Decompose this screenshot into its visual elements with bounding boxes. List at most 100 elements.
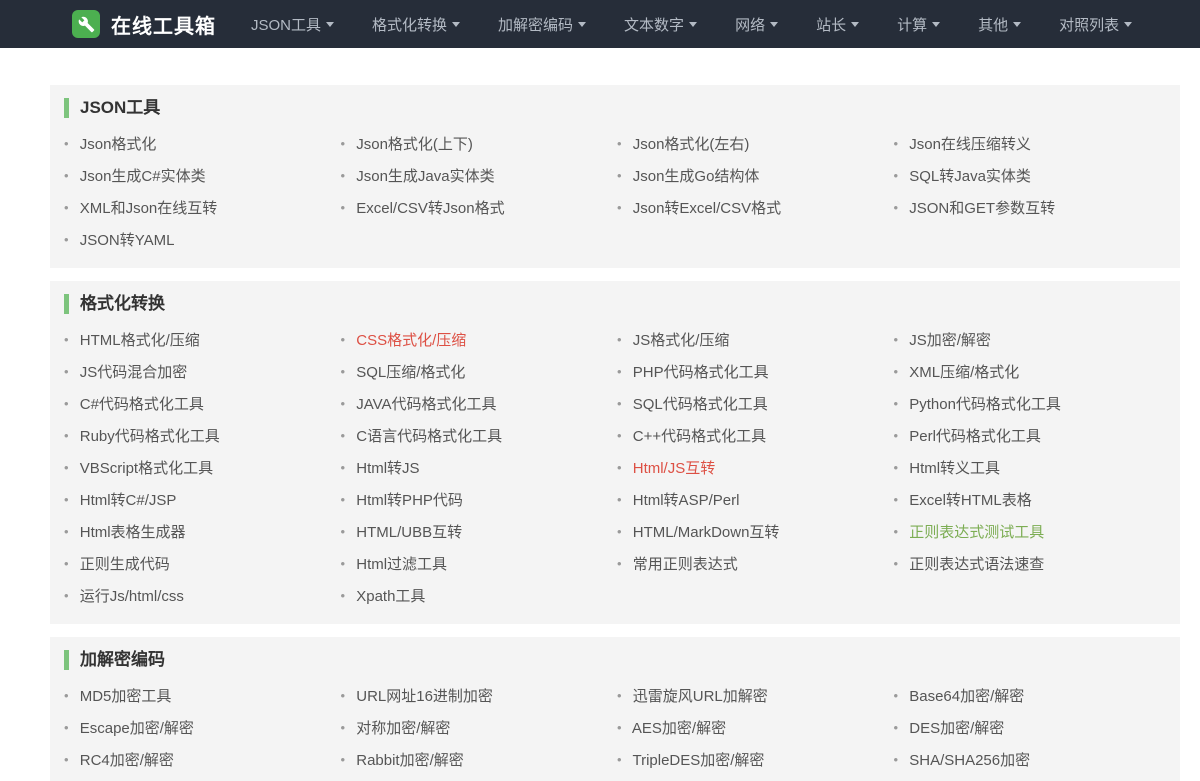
tool-link[interactable]: C语言代码格式化工具 [356,428,502,445]
list-item: Python代码格式化工具 [892,388,1169,420]
list-item: Json生成Java实体类 [339,160,616,192]
tool-link[interactable]: Json生成Java实体类 [356,168,494,185]
brand-title: 在线工具箱 [111,10,216,39]
chevron-down-icon [770,22,778,27]
list-item: Json生成Go结构体 [615,160,892,192]
section-json-tools: JSON工具 Json格式化 Json格式化(上下) Json格式化(左右) J… [50,85,1180,268]
tools-content: JSON工具 Json格式化 Json格式化(上下) Json格式化(左右) J… [0,85,1200,781]
list-item: JS加密/解密 [892,324,1169,356]
tool-link[interactable]: SQL代码格式化工具 [633,396,768,413]
tool-link[interactable]: Json格式化(上下) [356,136,473,153]
nav-item-network[interactable]: 网络 [716,0,797,48]
tool-link[interactable]: Json生成Go结构体 [633,168,760,185]
tool-link[interactable]: AES加密/解密 [632,720,726,737]
tool-link[interactable]: SHA/SHA256加密 [909,752,1030,769]
tool-link[interactable]: Html转JS [356,460,419,477]
tool-link[interactable]: CSS格式化/压缩 [356,332,466,349]
nav-item-label: 网络 [735,14,765,35]
tool-link[interactable]: Excel/CSV转Json格式 [356,200,504,217]
tool-link[interactable]: JSON转YAML [80,232,175,249]
tool-link[interactable]: Html转ASP/Perl [633,492,740,509]
nav-item-format-convert[interactable]: 格式化转换 [353,0,479,48]
list-item: HTML格式化/压缩 [62,324,339,356]
tool-link[interactable]: 运行Js/html/css [80,588,184,605]
tool-link[interactable]: Html表格生成器 [80,524,186,541]
tool-link[interactable]: Html过滤工具 [356,556,447,573]
tool-link[interactable]: SQL压缩/格式化 [356,364,465,381]
tool-link[interactable]: 正则表达式语法速查 [909,556,1044,573]
tool-link[interactable]: Html转C#/JSP [80,492,177,509]
nav-item-text-number[interactable]: 文本数字 [605,0,716,48]
tool-link[interactable]: Excel转HTML表格 [909,492,1032,509]
tool-link[interactable]: RC4加密/解密 [80,752,174,769]
tool-link[interactable]: 对称加密/解密 [356,720,450,737]
tool-link[interactable]: 常用正则表达式 [633,556,738,573]
list-item: Html转ASP/Perl [615,484,892,516]
chevron-down-icon [452,22,460,27]
list-item: JSON转YAML [62,224,339,256]
tool-link[interactable]: DES加密/解密 [909,720,1004,737]
tool-link[interactable]: Xpath工具 [356,588,425,605]
tool-link[interactable]: Json格式化 [80,136,157,153]
list-item: Json生成C#实体类 [62,160,339,192]
tool-link[interactable]: Json生成C#实体类 [80,168,206,185]
tool-link[interactable]: HTML格式化/压缩 [80,332,200,349]
tool-link[interactable]: TripleDES加密/解密 [632,752,764,769]
tool-link[interactable]: Json转Excel/CSV格式 [633,200,781,217]
tool-link[interactable]: MD5加密工具 [80,688,172,705]
tool-link[interactable]: JS格式化/压缩 [633,332,730,349]
tool-link[interactable]: XML和Json在线互转 [80,200,218,217]
tool-link[interactable]: Base64加密/解密 [909,688,1024,705]
tool-link[interactable]: Escape加密/解密 [80,720,194,737]
tool-link[interactable]: Json在线压缩转义 [909,136,1031,153]
chevron-down-icon [326,22,334,27]
tool-link[interactable]: JAVA代码格式化工具 [356,396,496,413]
tool-link[interactable]: Html转义工具 [909,460,1000,477]
nav-item-encrypt-encode[interactable]: 加解密编码 [479,0,605,48]
tool-link[interactable]: Html转PHP代码 [356,492,463,509]
chevron-down-icon [932,22,940,27]
brand[interactable]: 在线工具箱 [72,10,216,39]
list-item: PHP代码格式化工具 [615,356,892,388]
tool-link[interactable]: Python代码格式化工具 [909,396,1061,413]
tool-link[interactable]: JS代码混合加密 [80,364,188,381]
list-item: XML压缩/格式化 [892,356,1169,388]
tool-link[interactable]: SQL转Java实体类 [909,168,1031,185]
nav-item-json-tools[interactable]: JSON工具 [232,0,353,48]
tool-link[interactable]: C#代码格式化工具 [80,396,204,413]
tool-link[interactable]: Perl代码格式化工具 [909,428,1041,445]
tool-link[interactable]: URL网址16进制加密 [356,688,493,705]
tool-link[interactable]: C++代码格式化工具 [633,428,766,445]
nav-item-webmaster[interactable]: 站长 [797,0,878,48]
list-item: SQL代码格式化工具 [615,388,892,420]
list-item: 常用正则表达式 [615,548,892,580]
tool-link[interactable]: Rabbit加密/解密 [356,752,464,769]
list-item: C语言代码格式化工具 [339,420,616,452]
list-item: Ruby代码格式化工具 [62,420,339,452]
list-item: SQL压缩/格式化 [339,356,616,388]
nav-item-calculate[interactable]: 计算 [878,0,959,48]
nav-item-reference-list[interactable]: 对照列表 [1040,0,1151,48]
tool-link[interactable]: HTML/MarkDown互转 [633,524,780,541]
tool-link[interactable]: VBScript格式化工具 [80,460,213,477]
tool-link[interactable]: 迅雷旋风URL加解密 [633,688,768,705]
tool-link[interactable]: 正则生成代码 [80,556,170,573]
tool-link[interactable]: PHP代码格式化工具 [633,364,769,381]
tool-link[interactable]: Html/JS互转 [633,460,716,477]
list-item: SQL转Java实体类 [892,160,1169,192]
tool-link[interactable]: 正则表达式测试工具 [909,524,1044,541]
list-item: Excel/CSV转Json格式 [339,192,616,224]
tool-link[interactable]: JS加密/解密 [909,332,991,349]
section-title: 加解密编码 [64,650,1168,670]
tool-link[interactable]: HTML/UBB互转 [356,524,462,541]
tool-link[interactable]: XML压缩/格式化 [909,364,1019,381]
section-title: 格式化转换 [64,294,1168,314]
tool-link[interactable]: JSON和GET参数互转 [909,200,1055,217]
list-item: HTML/MarkDown互转 [615,516,892,548]
tool-link[interactable]: Json格式化(左右) [633,136,750,153]
list-item: Html转义工具 [892,452,1169,484]
nav-item-other[interactable]: 其他 [959,0,1040,48]
list-item: XML和Json在线互转 [62,192,339,224]
nav-item-label: 站长 [816,14,846,35]
tool-link[interactable]: Ruby代码格式化工具 [80,428,220,445]
